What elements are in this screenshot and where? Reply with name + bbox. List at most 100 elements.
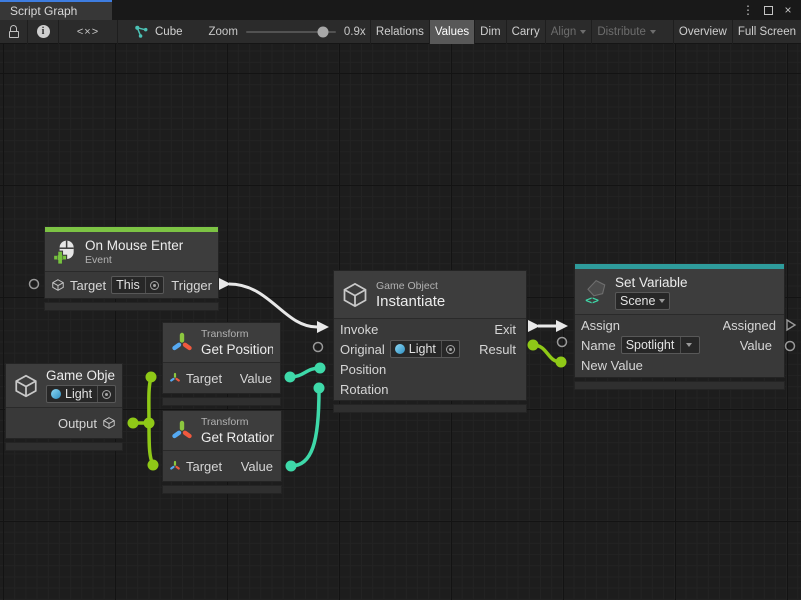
port-label-assigned: Assigned (723, 318, 778, 333)
align-button[interactable]: Align (545, 20, 592, 44)
graph-breadcrumb[interactable]: Cube (134, 25, 183, 39)
wire-trigger-to-invoke[interactable] (229, 284, 317, 327)
wire-output-to-getposition-target[interactable] (149, 378, 151, 423)
graph-canvas[interactable]: On Mouse Enter Event Target This (0, 44, 801, 600)
node-on-mouse-enter[interactable]: On Mouse Enter Event Target This (44, 226, 219, 311)
port-label-rotation: Rotation (340, 382, 388, 397)
zoom-slider-handle[interactable] (318, 26, 329, 37)
chevron-down-icon (580, 30, 586, 34)
node-get-position[interactable]: Transform Get Position Target Value (162, 322, 281, 406)
port-label-original: Original (340, 342, 385, 357)
game-object-value-chip[interactable]: Light (46, 385, 116, 403)
zoom-label: Zoom (209, 26, 238, 38)
port-new-value-input[interactable] (556, 357, 567, 368)
toolbar-separator (117, 20, 118, 44)
port-label-position: Position (340, 362, 386, 377)
game-object-icon (341, 281, 369, 309)
port-original-input[interactable] (314, 343, 323, 352)
lock-button[interactable] (0, 20, 27, 44)
code-view-button[interactable]: <×> (59, 20, 117, 44)
port-invoke-input[interactable] (317, 321, 329, 333)
port-label-value: Value (240, 371, 274, 386)
port-assigned-output[interactable] (787, 320, 795, 330)
node-footer (574, 381, 785, 390)
inspect-button[interactable]: i (28, 20, 58, 44)
object-picker-icon[interactable] (97, 386, 111, 402)
wire-getrotation-value-to-rotation[interactable] (291, 390, 319, 466)
transform-icon (169, 372, 181, 384)
object-picker-icon[interactable] (441, 341, 455, 357)
chip-value: Spotlight (626, 338, 675, 352)
game-object-icon (13, 373, 39, 399)
wire-result-to-new-value[interactable] (533, 345, 561, 362)
distribute-button[interactable]: Distribute (591, 20, 661, 44)
mouse-add-icon (52, 239, 78, 265)
chip-value: Light (409, 342, 436, 356)
node-title: Get Rotation (201, 429, 274, 446)
overview-button[interactable]: Overview (673, 20, 732, 44)
window-menu-button[interactable]: ⋮ (741, 3, 755, 17)
port-label-result: Result (479, 342, 520, 357)
port-gameobject-output[interactable] (128, 418, 139, 429)
port-exit-output[interactable] (528, 320, 540, 332)
zoom-slider[interactable] (246, 31, 336, 33)
port-result-output[interactable] (528, 340, 539, 351)
transform-icon (170, 419, 194, 443)
chevron-down-icon (659, 299, 665, 303)
port-value-output[interactable] (786, 342, 795, 351)
fullscreen-button[interactable]: Full Screen (732, 20, 801, 44)
node-footer (5, 442, 123, 451)
tab-title: Script Graph (10, 4, 77, 18)
carry-button[interactable]: Carry (506, 20, 545, 44)
tab-script-graph[interactable]: Script Graph (0, 0, 112, 20)
window-controls: ⋮ × (741, 0, 801, 20)
svg-text:<>: <> (585, 292, 599, 304)
window-maximize-button[interactable] (761, 3, 775, 17)
node-footer (333, 404, 527, 413)
port-label-name: Name (581, 338, 616, 353)
light-object-icon (51, 389, 61, 399)
port-label-exit: Exit (494, 322, 520, 337)
window-close-button[interactable]: × (781, 3, 795, 17)
chip-value: This (116, 278, 140, 292)
port-target-input[interactable] (30, 280, 39, 289)
object-picker-icon[interactable] (145, 277, 159, 293)
port-assign-input[interactable] (556, 320, 568, 332)
node-game-object-literal[interactable]: Game Object Light Output (5, 363, 123, 451)
lock-icon (9, 25, 19, 38)
port-getrotation-value-output[interactable] (286, 461, 297, 472)
dropdown-button[interactable] (680, 337, 695, 353)
port-getrotation-target-input[interactable] (148, 460, 159, 471)
node-footer (44, 302, 219, 311)
node-instantiate[interactable]: Game Object Instantiate Invoke Exit Orig… (333, 270, 527, 413)
wire-getposition-value-to-position[interactable] (290, 368, 320, 377)
port-trigger-output[interactable] (219, 278, 231, 290)
wire-output-to-getrotation-target[interactable] (149, 423, 153, 464)
node-set-variable[interactable]: <> Set Variable Scene Assign Assigned (574, 263, 785, 390)
dim-button[interactable]: Dim (474, 20, 505, 44)
info-icon: i (37, 25, 50, 38)
port-label-output: Output (58, 416, 97, 431)
variable-scope-dropdown[interactable]: Scene (615, 292, 670, 310)
node-caption: Transform (201, 416, 274, 429)
window-tab-bar: Script Graph ⋮ × (0, 0, 801, 20)
variable-name-dropdown[interactable]: Spotlight (621, 336, 701, 354)
node-get-rotation[interactable]: Transform Get Rotation Target Value (162, 410, 282, 494)
port-name-input[interactable] (558, 338, 567, 347)
port-getposition-target-input[interactable] (146, 372, 157, 383)
port-position-input[interactable] (315, 363, 326, 374)
values-button[interactable]: Values (429, 20, 474, 44)
port-label-target: Target (186, 459, 222, 474)
port-rotation-input[interactable] (314, 383, 325, 394)
original-value-chip[interactable]: Light (390, 340, 460, 358)
relations-button[interactable]: Relations (370, 20, 429, 44)
target-value-chip[interactable]: This (111, 276, 164, 294)
node-caption: Game Object (376, 280, 445, 293)
chip-value: Light (65, 387, 92, 401)
node-footer (162, 397, 281, 406)
port-label-value: Value (740, 338, 778, 353)
node-title: Instantiate (376, 293, 445, 310)
transform-icon (170, 331, 194, 355)
node-title: On Mouse Enter (85, 237, 183, 254)
port-getposition-value-output[interactable] (285, 372, 296, 383)
